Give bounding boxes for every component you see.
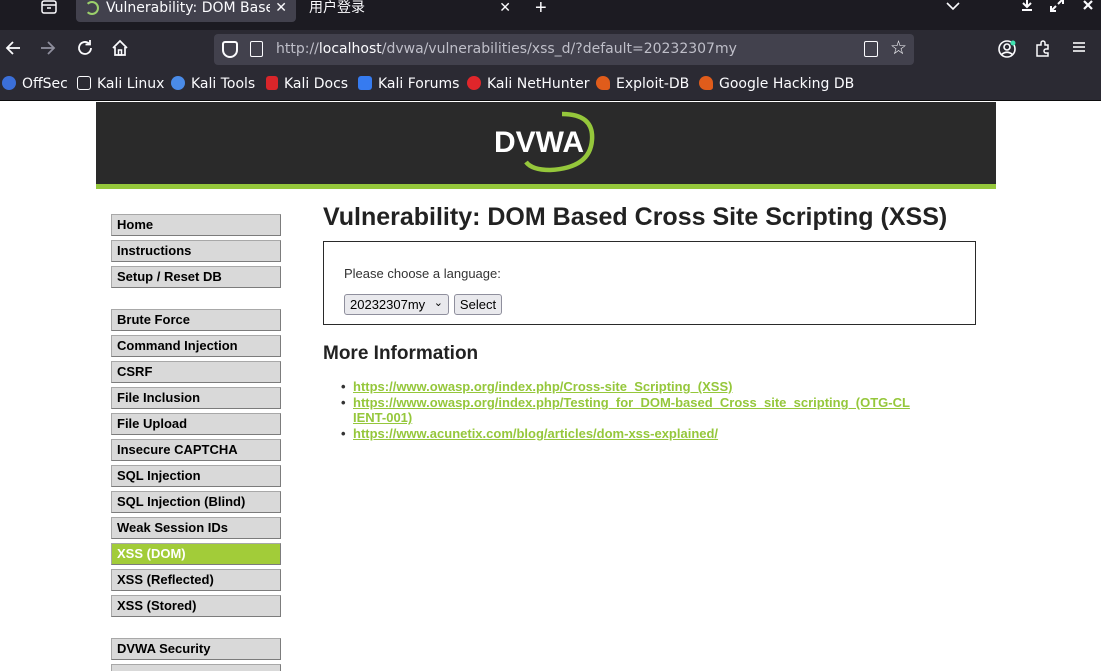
page-title: Vulnerability: DOM Based Cross Site Scri… [323,203,948,231]
address-bar[interactable]: http://localhost/dvwa/vulnerabilities/xs… [214,34,914,65]
menu-item-setup-reset-db[interactable]: Setup / Reset DB [111,266,281,288]
tab-dvwa-xss-dom[interactable]: Vulnerability: DOM Based Cross Site Scri… [76,0,296,22]
menu-item-sql-injection[interactable]: SQL Injection [111,465,281,487]
bookmark-label: Google Hacking DB [719,76,855,92]
offsec-icon [2,76,16,90]
more-information-heading: More Information [323,343,479,364]
bookmark-google-hacking-db[interactable]: Google Hacking DB [699,76,854,92]
link-acunetix-dom-xss[interactable]: https://www.acunetix.com/blog/articles/d… [353,426,718,441]
kali-tools-icon [171,76,185,90]
forward-button[interactable] [37,39,59,61]
home-button[interactable] [109,39,131,61]
back-button[interactable] [2,39,24,61]
dvwa-header: DVWA [96,102,996,184]
tab-list-icon[interactable] [38,0,60,18]
menu-item-brute-force[interactable]: Brute Force [111,309,281,331]
reader-view-icon[interactable] [864,41,878,57]
menu-item-xss-stored[interactable]: XSS (Stored) [111,595,281,617]
tab-title: 用户登录 [309,0,365,16]
tab-user-login[interactable]: 用户登录 ✕ [296,0,518,22]
maximize-icon[interactable] [1050,0,1064,16]
more-information-links: https://www.owasp.org/index.php/Cross-si… [341,379,913,442]
bookmark-kali-tools[interactable]: Kali Tools [171,76,255,92]
menu-item-xss-reflected[interactable]: XSS (Reflected) [111,569,281,591]
bookmark-exploit-db[interactable]: Exploit-DB [596,76,689,92]
language-select[interactable]: 20232307my ⌄ [344,294,449,315]
bookmark-label: Kali Linux [97,76,165,92]
dvwa-logo[interactable]: DVWA [492,110,602,179]
menu-hamburger-icon[interactable] [1068,39,1090,61]
list-item: https://www.owasp.org/index.php/Cross-si… [341,379,913,394]
bookmark-kali-linux[interactable]: Kali Linux [77,76,164,92]
chevron-down-icon[interactable] [946,0,960,18]
url-host: localhost [318,41,382,57]
ghdb-icon [699,76,713,90]
dvwa-logo-text: DVWA [494,126,584,159]
select-button[interactable]: Select [454,294,502,315]
language-select-value: 20232307my [350,297,426,312]
bookmark-kali-nethunter[interactable]: Kali NetHunter [467,76,589,92]
kali-dragon-icon [77,76,91,90]
navigation-toolbar: http://localhost/dvwa/vulnerabilities/xs… [0,30,1101,69]
kali-docs-icon [266,76,278,90]
menu-item-xss-dom[interactable]: XSS (DOM) [111,543,281,565]
list-item: https://www.acunetix.com/blog/articles/d… [341,426,913,441]
list-item: https://www.owasp.org/index.php/Testing_… [341,395,913,425]
kali-forums-icon [358,76,372,90]
menu-item-weak-session-ids[interactable]: Weak Session IDs [111,517,281,539]
url-path: /dvwa/vulnerabilities/xss_d/?default=202… [381,41,737,57]
chevron-down-icon: ⌄ [433,297,443,309]
menu-item-home[interactable]: Home [111,214,281,236]
header-accent-bar [96,184,996,189]
link-owasp-xss[interactable]: https://www.owasp.org/index.php/Cross-si… [353,379,732,394]
menu-item-sql-injection-blind[interactable]: SQL Injection (Blind) [111,491,281,513]
bookmark-label: Kali Tools [191,76,256,92]
close-tab-icon[interactable]: ✕ [275,0,287,16]
menu-item-command-injection[interactable]: Command Injection [111,335,281,357]
url-scheme: http:// [276,41,319,57]
bookmark-label: Kali NetHunter [487,76,590,92]
exploit-db-icon [596,76,610,90]
tab-title: Vulnerability: DOM Based Cross Site Scri… [106,0,270,16]
menu-item-insecure-captcha[interactable]: Insecure CAPTCHA [111,439,281,461]
bookmark-label: Kali Forums [378,76,460,92]
vulnerable-code-area: Please choose a language: 20232307my ⌄ S… [323,241,976,325]
bookmark-kali-forums[interactable]: Kali Forums [358,76,459,92]
bookmark-kali-docs[interactable]: Kali Docs [266,76,348,92]
menu-item-file-upload[interactable]: File Upload [111,413,281,435]
menu-item-instructions[interactable]: Instructions [111,240,281,262]
bookmark-label: Exploit-DB [616,76,690,92]
tab-bar: Vulnerability: DOM Based Cross Site Scri… [0,0,1101,30]
account-icon[interactable] [996,39,1018,61]
bookmark-offsec[interactable]: OffSec [2,76,68,92]
link-owasp-dom-xss-testing[interactable]: https://www.owasp.org/index.php/Testing_… [353,395,910,425]
nethunter-icon [467,76,481,90]
menu-item-csrf[interactable]: CSRF [111,361,281,383]
close-tab-icon[interactable]: ✕ [499,0,511,16]
menu-item-file-inclusion[interactable]: File Inclusion [111,387,281,409]
reload-button[interactable] [74,39,96,61]
close-window-icon[interactable] [1082,0,1094,16]
page-info-icon[interactable] [250,41,263,57]
bookmark-label: Kali Docs [284,76,349,92]
minimize-icon[interactable] [1021,0,1033,16]
page-viewport: DVWA Home Instructions Setup / Reset DB … [0,102,1101,671]
menu-item-dvwa-security[interactable]: DVWA Security [111,638,281,660]
bookmark-star-icon[interactable]: ☆ [890,37,907,60]
language-prompt: Please choose a language: [344,266,501,281]
bookmark-label: OffSec [22,76,68,92]
new-tab-icon[interactable]: + [535,0,547,20]
main-content: Vulnerability: DOM Based Cross Site Scri… [323,202,983,441]
menu-item-partial[interactable] [111,664,281,671]
tracking-protection-shield-icon[interactable] [222,41,238,58]
dvwa-favicon-icon [85,1,99,15]
bookmarks-toolbar: OffSec Kali Linux Kali Tools Kali Docs K… [0,69,1101,101]
url-input[interactable]: http://localhost/dvwa/vulnerabilities/xs… [276,41,737,57]
extensions-icon[interactable] [1032,39,1054,61]
